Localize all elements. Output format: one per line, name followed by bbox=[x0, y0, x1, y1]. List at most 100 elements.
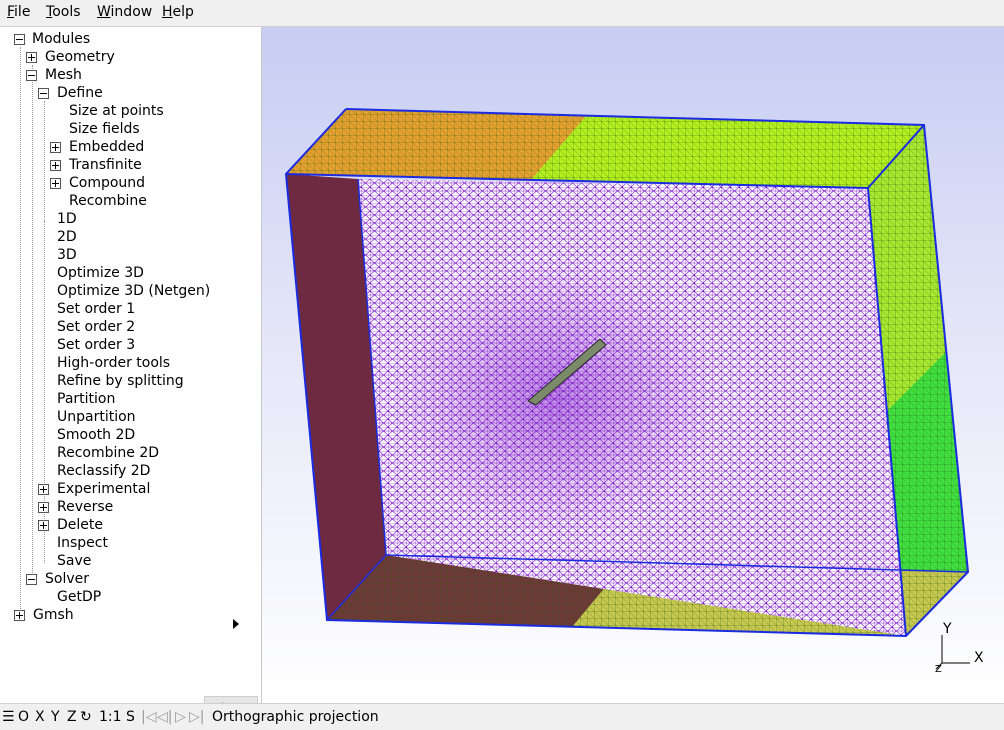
settings-button[interactable]: ✱ bbox=[204, 696, 258, 703]
menu-file-mnemonic: F bbox=[7, 4, 15, 20]
expand-icon[interactable] bbox=[26, 52, 37, 63]
tree-node-geometry[interactable]: Geometry bbox=[26, 48, 115, 66]
submenu-arrow-icon[interactable] bbox=[233, 619, 239, 629]
menu-help-label: elp bbox=[172, 4, 194, 20]
tree-node-recombine-2d[interactable]: Recombine 2D bbox=[57, 444, 159, 462]
expand-icon[interactable] bbox=[38, 520, 49, 531]
menu-window-label: indow bbox=[110, 4, 153, 20]
tree-node-size-at-points[interactable]: Size at points bbox=[69, 102, 164, 120]
tree-label-size-at-points: Size at points bbox=[69, 103, 164, 119]
tree-label-unpartition: Unpartition bbox=[57, 409, 136, 425]
tree-node-solver[interactable]: Solver bbox=[26, 570, 89, 588]
tree-guide bbox=[20, 47, 21, 617]
graphics-viewport[interactable]: Y X Z bbox=[262, 27, 1004, 703]
expand-icon[interactable] bbox=[38, 484, 49, 495]
tree-label-optimize-3d: Optimize 3D bbox=[57, 265, 144, 281]
tree-node-embedded[interactable]: Embedded bbox=[50, 138, 144, 156]
axis-x-label: X bbox=[974, 650, 984, 666]
play-icon[interactable]: ▷ bbox=[175, 709, 186, 725]
tree-node-modules[interactable]: Modules bbox=[14, 30, 90, 48]
tree-label-geometry: Geometry bbox=[45, 49, 115, 65]
tree-node-partition[interactable]: Partition bbox=[57, 390, 115, 408]
tree-node-transfinite[interactable]: Transfinite bbox=[50, 156, 142, 174]
tree-node-save[interactable]: Save bbox=[57, 552, 91, 570]
tree-label-3d: 3D bbox=[57, 247, 77, 263]
tree-node-delete[interactable]: Delete bbox=[38, 516, 103, 534]
tree-node-mesh[interactable]: Mesh bbox=[26, 66, 82, 84]
tree-label-refine-by-splitting: Refine by splitting bbox=[57, 373, 184, 389]
select-button[interactable]: S bbox=[126, 709, 135, 725]
expand-icon[interactable] bbox=[50, 178, 61, 189]
tree-label-embedded: Embedded bbox=[69, 139, 145, 155]
tree-node-high-order-tools[interactable]: High-order tools bbox=[57, 354, 170, 372]
menu-file-label: ile bbox=[14, 4, 31, 20]
module-tree: Modules Geometry Mesh Define Size at poi… bbox=[0, 27, 262, 703]
menu-help[interactable]: Help bbox=[162, 4, 194, 20]
tree-node-set-order-2[interactable]: Set order 2 bbox=[57, 318, 135, 336]
tree-node-experimental[interactable]: Experimental bbox=[38, 480, 150, 498]
tree-node-recombine[interactable]: Recombine bbox=[69, 192, 147, 210]
menu-tools-label: ools bbox=[52, 4, 81, 20]
tree-node-getdp[interactable]: GetDP bbox=[57, 588, 101, 606]
tree-label-size-fields: Size fields bbox=[69, 121, 140, 137]
view-x-button[interactable]: X bbox=[35, 709, 45, 725]
tree-node-set-order-3[interactable]: Set order 3 bbox=[57, 336, 135, 354]
tree-label-high-order-tools: High-order tools bbox=[57, 355, 171, 371]
tree-label-recombine-2d: Recombine 2D bbox=[57, 445, 160, 461]
rotate-icon[interactable]: ↻ bbox=[80, 709, 92, 725]
last-step-icon[interactable]: ▷| bbox=[189, 709, 204, 725]
tree-label-getdp: GetDP bbox=[57, 589, 102, 605]
scale-button[interactable]: 1:1 bbox=[99, 709, 122, 725]
collapse-icon[interactable] bbox=[26, 70, 37, 81]
expand-icon[interactable] bbox=[50, 160, 61, 171]
status-message: Orthographic projection bbox=[212, 709, 379, 725]
collapse-icon[interactable] bbox=[38, 88, 49, 99]
tree-node-gmsh[interactable]: Gmsh bbox=[14, 606, 74, 624]
tree-node-optimize-3d-netgen[interactable]: Optimize 3D (Netgen) bbox=[57, 282, 210, 300]
tree-label-gmsh: Gmsh bbox=[33, 607, 74, 623]
view-z-button[interactable]: Z bbox=[67, 709, 77, 725]
menu-icon[interactable]: ☰ bbox=[2, 709, 15, 725]
menu-window[interactable]: Window bbox=[97, 4, 152, 20]
tree-label-optimize-3d-netgen: Optimize 3D (Netgen) bbox=[57, 283, 211, 299]
tree-node-2d[interactable]: 2D bbox=[57, 228, 77, 246]
reset-origin-button[interactable]: O bbox=[18, 709, 29, 725]
expand-icon[interactable] bbox=[38, 502, 49, 513]
previous-step-icon[interactable]: ◁| bbox=[157, 709, 172, 725]
tree-label-reclassify-2d: Reclassify 2D bbox=[57, 463, 151, 479]
menu-file[interactable]: File bbox=[7, 4, 30, 20]
collapse-icon[interactable] bbox=[14, 34, 25, 45]
menu-help-mnemonic: H bbox=[162, 4, 173, 20]
expand-icon[interactable] bbox=[14, 610, 25, 621]
tree-node-inspect[interactable]: Inspect bbox=[57, 534, 108, 552]
tree-label-save: Save bbox=[57, 553, 92, 569]
tree-node-set-order-1[interactable]: Set order 1 bbox=[57, 300, 135, 318]
expand-icon[interactable] bbox=[50, 142, 61, 153]
axis-triad: Y X Z bbox=[935, 621, 984, 675]
menu-tools[interactable]: Tools bbox=[46, 4, 81, 20]
tree-label-compound: Compound bbox=[69, 175, 146, 191]
tree-node-refine-by-splitting[interactable]: Refine by splitting bbox=[57, 372, 184, 390]
tree-label-set-order-1: Set order 1 bbox=[57, 301, 136, 317]
tree-node-unpartition[interactable]: Unpartition bbox=[57, 408, 136, 426]
axis-y-label: Y bbox=[942, 621, 952, 637]
tree-node-smooth-2d[interactable]: Smooth 2D bbox=[57, 426, 135, 444]
tree-label-reverse: Reverse bbox=[57, 499, 114, 515]
tree-node-reverse[interactable]: Reverse bbox=[38, 498, 113, 516]
tree-node-3d[interactable]: 3D bbox=[57, 246, 77, 264]
tree-node-define[interactable]: Define bbox=[38, 84, 103, 102]
tree-node-reclassify-2d[interactable]: Reclassify 2D bbox=[57, 462, 150, 480]
tree-label-solver: Solver bbox=[45, 571, 89, 587]
tree-label-mesh: Mesh bbox=[45, 67, 82, 83]
tree-label-modules: Modules bbox=[32, 31, 91, 47]
view-y-button[interactable]: Y bbox=[51, 709, 60, 725]
tree-node-optimize-3d[interactable]: Optimize 3D bbox=[57, 264, 144, 282]
first-step-icon[interactable]: |◁ bbox=[141, 709, 156, 725]
tree-label-1d: 1D bbox=[57, 211, 77, 227]
tree-node-1d[interactable]: 1D bbox=[57, 210, 77, 228]
collapse-icon[interactable] bbox=[26, 574, 37, 585]
tree-label-set-order-3: Set order 3 bbox=[57, 337, 136, 353]
tree-node-size-fields[interactable]: Size fields bbox=[69, 120, 140, 138]
menubar: File Tools Window Help bbox=[0, 0, 1004, 27]
tree-node-compound[interactable]: Compound bbox=[50, 174, 145, 192]
